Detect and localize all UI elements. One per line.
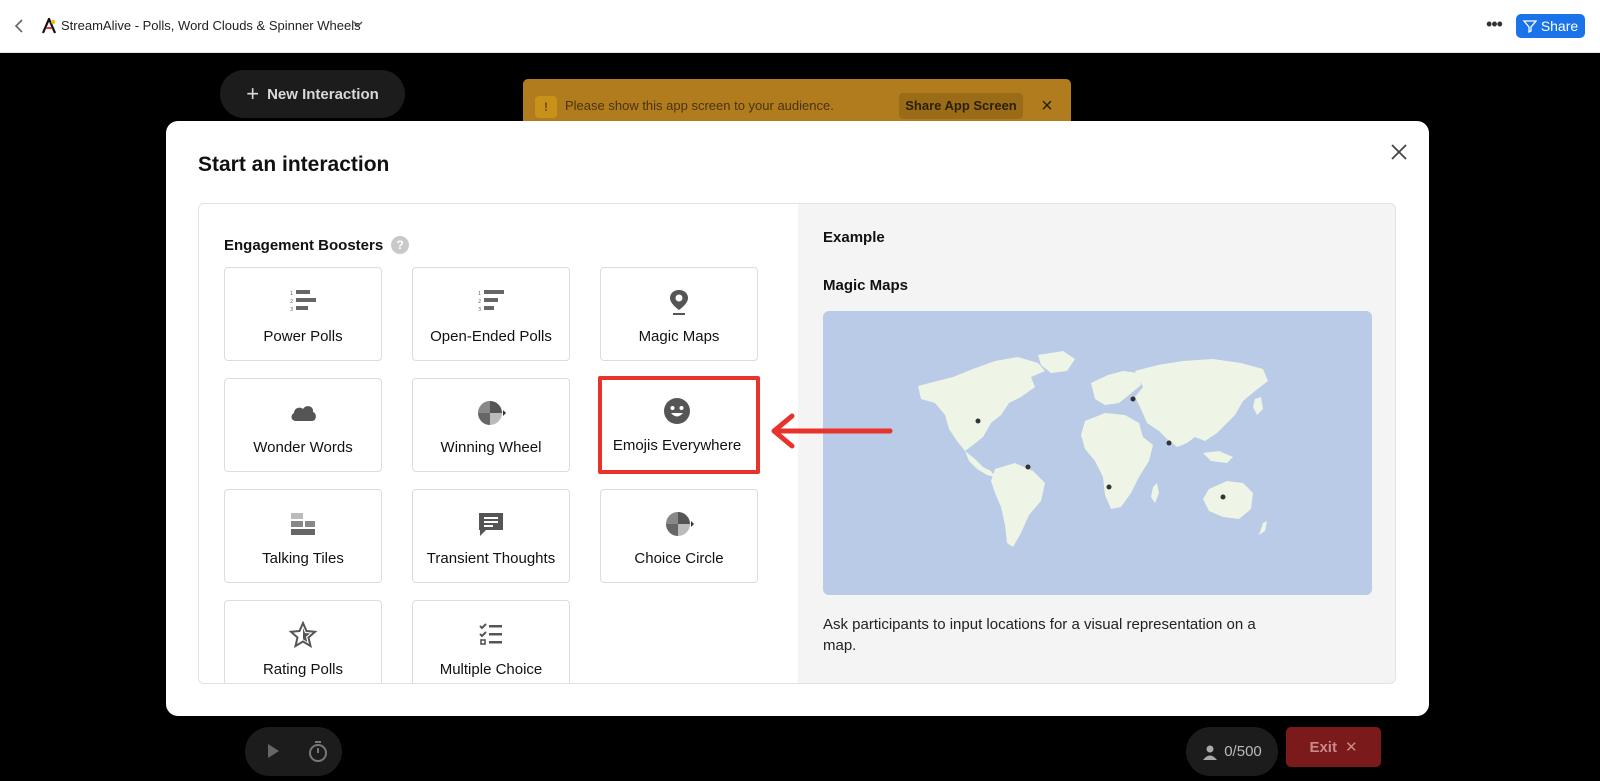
share-app-screen-button[interactable]: Share App Screen xyxy=(899,93,1023,119)
playback-controls xyxy=(245,727,342,776)
annotation-arrow-icon xyxy=(771,413,893,449)
map-pin-icon xyxy=(670,290,688,315)
card-label: Multiple Choice xyxy=(439,661,543,678)
cloud-icon xyxy=(291,406,316,421)
card-label: Transient Thoughts xyxy=(426,550,556,567)
card-magic-maps[interactable]: Magic Maps xyxy=(600,267,758,361)
card-label: Choice Circle xyxy=(634,550,724,567)
spinner-wheel-icon xyxy=(666,512,694,536)
card-multiple-choice[interactable]: Multiple Choice xyxy=(412,600,570,683)
section-title-text: Engagement Boosters xyxy=(224,236,384,254)
card-label: Open-Ended Polls xyxy=(430,328,552,345)
help-icon[interactable]: ? xyxy=(391,236,410,254)
exit-button[interactable]: Exit ✕ xyxy=(1286,727,1381,767)
svg-text:3: 3 xyxy=(290,307,293,313)
spinner-wheel-icon xyxy=(478,401,506,425)
participant-count-value: 0/500 xyxy=(1224,743,1262,760)
svg-text:2: 2 xyxy=(478,299,481,305)
example-label: Example xyxy=(823,229,885,246)
app-title[interactable]: StreamAlive - Polls, Word Clouds & Spinn… xyxy=(61,18,361,33)
card-open-ended-polls[interactable]: 1 2 3 Open-Ended Polls xyxy=(412,267,570,361)
app-header: StreamAlive - Polls, Word Clouds & Spinn… xyxy=(0,0,1600,53)
smiley-icon xyxy=(664,398,690,424)
card-label: Rating Polls xyxy=(262,661,344,678)
tiles-icon xyxy=(291,513,315,535)
card-emojis-everywhere[interactable]: Emojis Everywhere xyxy=(598,376,760,474)
notice-text: Please show this app screen to your audi… xyxy=(565,98,834,113)
close-icon[interactable]: × xyxy=(1036,93,1058,119)
card-label: Wonder Words xyxy=(253,439,353,456)
share-icon xyxy=(1522,20,1537,33)
ranked-list-icon: 1 2 3 xyxy=(290,290,316,313)
speech-bubble-icon xyxy=(479,513,503,536)
ranked-list-icon: 1 2 3 xyxy=(478,290,504,313)
play-icon[interactable] xyxy=(263,740,283,762)
info-icon: ! xyxy=(535,96,557,118)
star-icon xyxy=(288,621,318,649)
timer-icon[interactable] xyxy=(307,739,329,763)
world-map-image xyxy=(823,311,1372,595)
svg-text:1: 1 xyxy=(478,291,481,297)
card-power-polls[interactable]: 1 2 3 Power Polls xyxy=(224,267,382,361)
card-transient-thoughts[interactable]: Transient Thoughts xyxy=(412,489,570,583)
card-label: Magic Maps xyxy=(638,328,720,345)
card-talking-tiles[interactable]: Talking Tiles xyxy=(224,489,382,583)
interaction-list: Engagement Boosters ? 1 2 3 Power Polls … xyxy=(199,204,798,683)
back-chevron-icon[interactable] xyxy=(10,14,30,38)
svg-text:3: 3 xyxy=(478,307,481,313)
card-label: Talking Tiles xyxy=(262,550,344,567)
chevron-down-icon[interactable] xyxy=(352,17,364,31)
share-screen-notice: ! Please show this app screen to your au… xyxy=(523,79,1071,121)
card-rating-polls[interactable]: Rating Polls xyxy=(224,600,382,683)
streamalive-logo xyxy=(41,16,57,34)
example-description: Ask participants to input locations for … xyxy=(823,616,1256,654)
card-label: Power Polls xyxy=(263,328,343,345)
card-wonder-words[interactable]: Wonder Words xyxy=(224,378,382,472)
close-icon[interactable] xyxy=(1388,141,1410,163)
more-dots-icon[interactable]: ••• xyxy=(1484,14,1504,38)
new-interaction-button[interactable]: + New Interaction xyxy=(220,70,405,118)
share-label: Share xyxy=(1540,18,1579,34)
modal-title: Start an interaction xyxy=(198,153,390,176)
svg-text:2: 2 xyxy=(290,299,293,305)
exit-label: Exit xyxy=(1309,738,1337,756)
person-icon xyxy=(1203,745,1218,760)
share-button[interactable]: Share xyxy=(1516,14,1585,38)
participant-count: 0/500 xyxy=(1186,727,1278,776)
plus-icon: + xyxy=(246,81,260,106)
new-interaction-label: New Interaction xyxy=(267,85,379,103)
close-icon: ✕ xyxy=(1344,739,1358,756)
card-winning-wheel[interactable]: Winning Wheel xyxy=(412,378,570,472)
checklist-icon xyxy=(479,623,502,645)
section-title: Engagement Boosters ? xyxy=(224,236,410,254)
card-label: Emojis Everywhere xyxy=(612,437,742,454)
example-title: Magic Maps xyxy=(823,277,909,294)
svg-text:1: 1 xyxy=(290,291,293,297)
card-choice-circle[interactable]: Choice Circle xyxy=(600,489,758,583)
card-label: Winning Wheel xyxy=(440,439,542,456)
